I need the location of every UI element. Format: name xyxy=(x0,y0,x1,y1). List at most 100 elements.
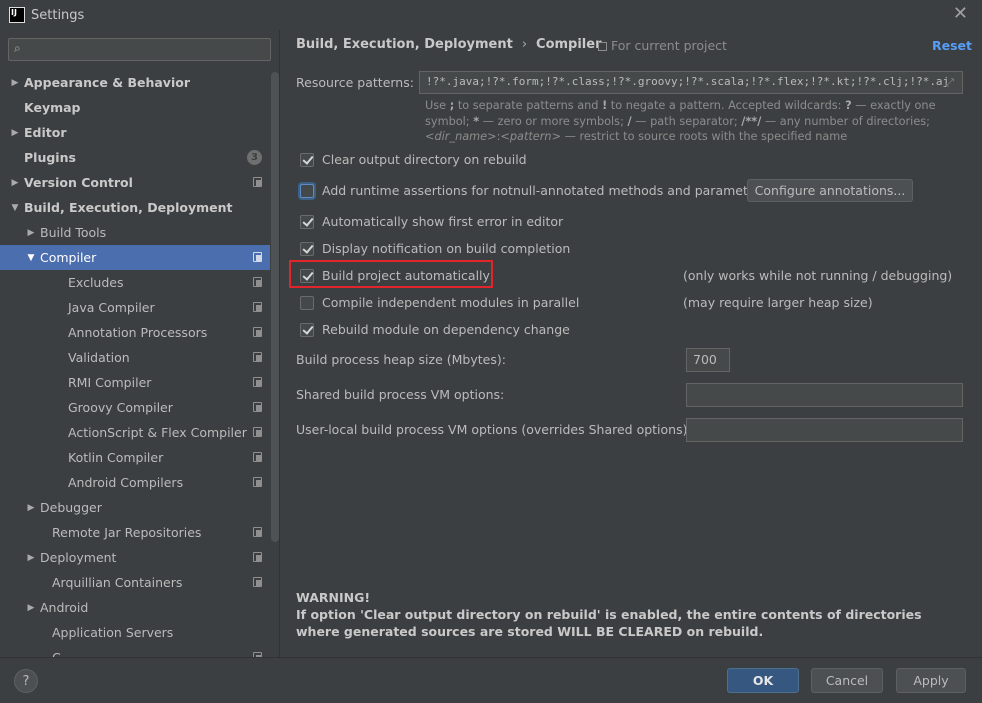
sidebar-item-groovy-compiler[interactable]: Groovy Compiler xyxy=(0,395,270,420)
sidebar-item-remote-jar-repositories[interactable]: Remote Jar Repositories xyxy=(0,520,270,545)
reset-link[interactable]: Reset xyxy=(932,38,972,53)
warning-title: WARNING! xyxy=(296,590,371,605)
sidebar-item-label: RMI Compiler xyxy=(68,375,152,390)
rebuild-module-checkbox[interactable] xyxy=(300,322,314,337)
compile-parallel-option[interactable]: Compile independent modules in parallel xyxy=(300,295,579,310)
ok-button[interactable]: OK xyxy=(727,668,799,693)
sidebar-item-label: Build Tools xyxy=(40,225,107,240)
plugins-update-badge: 3 xyxy=(247,150,262,165)
display-notification-checkbox[interactable] xyxy=(300,241,314,256)
sidebar-item-appearance-behavior[interactable]: ▶ Appearance & Behavior xyxy=(0,70,270,95)
sidebar-item-application-servers[interactable]: Application Servers xyxy=(0,620,270,645)
rebuild-module-label: Rebuild module on dependency change xyxy=(322,322,570,337)
project-level-icon xyxy=(253,377,262,387)
display-notification-option[interactable]: Display notification on build completion xyxy=(300,241,570,256)
shared-vm-input[interactable] xyxy=(686,383,963,407)
sidebar-item-deployment[interactable]: ▶ Deployment xyxy=(0,545,270,570)
expand-icon[interactable]: ⤢ xyxy=(945,76,954,90)
chevron-right-icon[interactable]: ▶ xyxy=(24,603,38,613)
sidebar-item-label: Android xyxy=(40,600,89,615)
project-scope-icon xyxy=(598,42,607,51)
sidebar-item-version-control[interactable]: ▶ Version Control xyxy=(0,170,270,195)
breadcrumb-separator: › xyxy=(521,37,528,52)
configure-annotations-button[interactable]: Configure annotations... xyxy=(747,179,913,202)
sidebar-item-label: Compiler xyxy=(40,250,97,265)
sidebar-item-c[interactable]: C... xyxy=(0,645,270,657)
sidebar-item-label: C... xyxy=(52,650,73,657)
project-level-icon xyxy=(253,427,262,437)
sidebar-item-rmi-compiler[interactable]: RMI Compiler xyxy=(0,370,270,395)
chevron-right-icon[interactable]: ▶ xyxy=(24,553,38,563)
dialog-footer: ? OK Cancel Apply xyxy=(0,657,982,703)
compile-parallel-checkbox[interactable] xyxy=(300,295,314,310)
sidebar-item-build-tools[interactable]: ▶ Build Tools xyxy=(0,220,270,245)
breadcrumb-parent: Build, Execution, Deployment xyxy=(296,37,513,52)
chevron-right-icon[interactable]: ▶ xyxy=(8,178,22,188)
chevron-right-icon[interactable]: ▶ xyxy=(8,128,22,138)
compile-parallel-label: Compile independent modules in parallel xyxy=(322,295,580,310)
search-input[interactable] xyxy=(33,41,263,58)
shared-vm-label: Shared build process VM options: xyxy=(296,387,505,402)
runtime-assertions-option[interactable]: Add runtime assertions for notnull-annot… xyxy=(300,183,767,198)
sidebar-item-label: Appearance & Behavior xyxy=(24,75,190,90)
apply-button[interactable]: Apply xyxy=(896,668,966,693)
sidebar-item-kotlin-compiler[interactable]: Kotlin Compiler xyxy=(0,445,270,470)
sidebar-item-label: Editor xyxy=(24,125,67,140)
sidebar-item-actionscript-flex-compiler[interactable]: ActionScript & Flex Compiler xyxy=(0,420,270,445)
help-button[interactable]: ? xyxy=(14,669,38,693)
chevron-down-icon[interactable]: ▼ xyxy=(8,203,22,213)
warning-text: If option 'Clear output directory on reb… xyxy=(296,607,922,639)
clear-output-label: Clear output directory on rebuild xyxy=(322,152,527,167)
sidebar-item-annotation-processors[interactable]: Annotation Processors xyxy=(0,320,270,345)
sidebar-item-compiler[interactable]: ▼ Compiler xyxy=(0,245,270,270)
project-level-icon xyxy=(253,527,262,537)
chevron-down-icon[interactable]: ▼ xyxy=(24,253,38,263)
breadcrumb-current: Compiler xyxy=(536,37,602,52)
cancel-button[interactable]: Cancel xyxy=(811,668,883,693)
resource-patterns-input[interactable]: !?*.java;!?*.form;!?*.class;!?*.groovy;!… xyxy=(419,71,963,94)
rebuild-module-option[interactable]: Rebuild module on dependency change xyxy=(300,322,570,337)
sidebar-item-plugins[interactable]: Plugins 3 xyxy=(0,145,270,170)
sidebar-item-arquillian-containers[interactable]: Arquillian Containers xyxy=(0,570,270,595)
clear-output-option[interactable]: Clear output directory on rebuild xyxy=(300,152,527,167)
show-first-error-checkbox[interactable] xyxy=(300,214,314,229)
sidebar-item-label: Validation xyxy=(68,350,130,365)
runtime-assertions-label: Add runtime assertions for notnull-annot… xyxy=(322,183,768,198)
close-icon[interactable]: ✕ xyxy=(953,4,968,24)
scope-label: For current project xyxy=(598,38,727,53)
heap-size-input[interactable]: 700 xyxy=(686,348,730,372)
project-level-icon xyxy=(253,577,262,587)
intellij-icon: IJ xyxy=(9,7,25,23)
chevron-right-icon[interactable]: ▶ xyxy=(24,503,38,513)
sidebar-scrollbar[interactable] xyxy=(271,72,279,542)
chevron-right-icon[interactable]: ▶ xyxy=(8,78,22,88)
resource-patterns-label: Resource patterns: xyxy=(296,75,414,90)
runtime-assertions-checkbox[interactable] xyxy=(300,183,314,198)
breadcrumb: Build, Execution, Deployment › Compiler xyxy=(296,37,602,52)
sidebar-item-label: Java Compiler xyxy=(68,300,155,315)
build-automatically-label: Build project automatically xyxy=(322,268,490,283)
sidebar-item-build-execution-deployment[interactable]: ▼ Build, Execution, Deployment xyxy=(0,195,270,220)
build-automatically-option[interactable]: Build project automatically xyxy=(300,268,490,283)
sidebar-item-validation[interactable]: Validation xyxy=(0,345,270,370)
compiler-settings-panel: Build, Execution, Deployment › Compiler Fo… xyxy=(281,30,982,657)
sidebar-item-editor[interactable]: ▶ Editor xyxy=(0,120,270,145)
project-level-icon xyxy=(253,552,262,562)
sidebar-item-debugger[interactable]: ▶ Debugger xyxy=(0,495,270,520)
build-automatically-checkbox[interactable] xyxy=(300,268,314,283)
sidebar-item-android-compilers[interactable]: Android Compilers xyxy=(0,470,270,495)
chevron-right-icon[interactable]: ▶ xyxy=(24,228,38,238)
sidebar-item-android[interactable]: ▶ Android xyxy=(0,595,270,620)
project-level-icon xyxy=(253,327,262,337)
project-level-icon xyxy=(253,452,262,462)
sidebar-item-keymap[interactable]: Keymap xyxy=(0,95,270,120)
sidebar-item-java-compiler[interactable]: Java Compiler xyxy=(0,295,270,320)
project-level-icon xyxy=(253,277,262,287)
user-vm-input[interactable] xyxy=(686,418,963,442)
search-box[interactable]: ⌕ xyxy=(8,38,271,61)
search-icon: ⌕ xyxy=(14,41,21,55)
clear-output-checkbox[interactable] xyxy=(300,152,314,167)
compile-parallel-note: (may require larger heap size) xyxy=(683,295,873,310)
sidebar-item-excludes[interactable]: Excludes xyxy=(0,270,270,295)
show-first-error-option[interactable]: Automatically show first error in editor xyxy=(300,214,563,229)
